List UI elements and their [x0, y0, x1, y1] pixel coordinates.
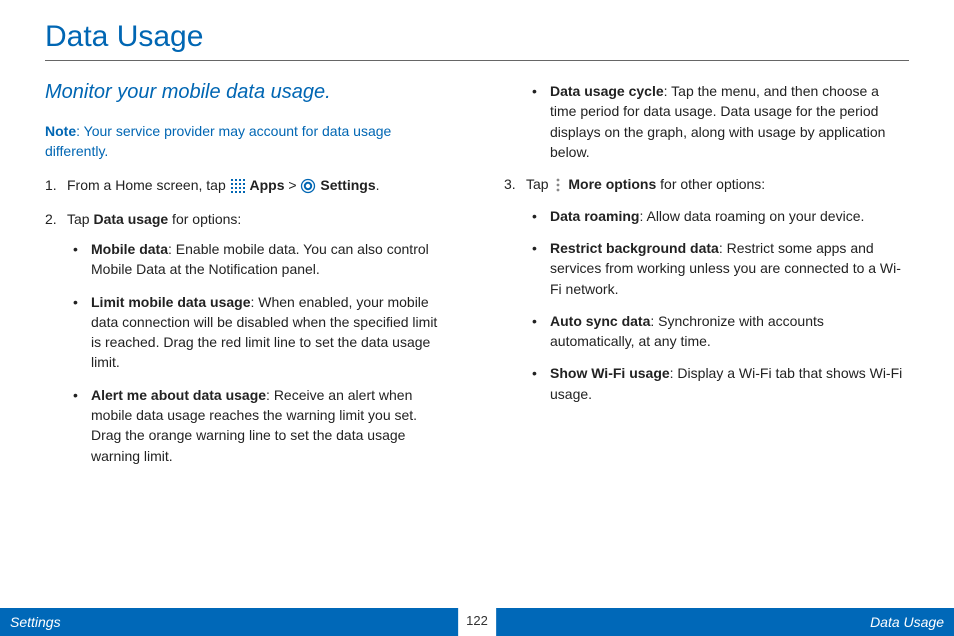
- page-footer: Settings 122 Data Usage: [0, 608, 954, 636]
- list-item: Restrict background data: Restrict some …: [526, 238, 909, 299]
- settings-label: Settings: [320, 177, 375, 193]
- step-text: Tap: [67, 211, 93, 227]
- note-text: Note: Your service provider may account …: [45, 122, 450, 161]
- bullet-text: : Allow data roaming on your device.: [639, 208, 864, 224]
- list-item: Data usage cycle: Tap the menu, and then…: [526, 81, 909, 162]
- bullet-bold: Limit mobile data usage: [91, 294, 250, 310]
- list-item: Limit mobile data usage: When enabled, y…: [67, 292, 450, 373]
- more-options-icon: [552, 175, 564, 195]
- list-item: Auto sync data: Synchronize with account…: [526, 311, 909, 352]
- page-title: Data Usage: [45, 20, 909, 61]
- step-bold: More options: [568, 176, 656, 192]
- step-3: 3. Tap More options for other options: D…: [504, 174, 909, 404]
- bullet-bold: Auto sync data: [550, 313, 650, 329]
- step-number: 3.: [504, 174, 516, 194]
- step-text: From a Home screen, tap: [67, 177, 230, 193]
- bullet-bold: Mobile data: [91, 241, 168, 257]
- list-item: Show Wi-Fi usage: Display a Wi-Fi tab th…: [526, 363, 909, 404]
- step-number: 1.: [45, 175, 57, 195]
- right-column: Data usage cycle: Tap the menu, and then…: [504, 81, 909, 478]
- left-column: Monitor your mobile data usage. Note: Yo…: [45, 81, 450, 478]
- step-post: for other options:: [656, 176, 765, 192]
- bullet-bold: Alert me about data usage: [91, 387, 266, 403]
- step-text: Tap: [526, 176, 552, 192]
- note-label: Note: [45, 123, 76, 139]
- step-number: 2.: [45, 209, 57, 229]
- apps-label: Apps: [250, 177, 285, 193]
- apps-icon: [230, 176, 246, 196]
- step-post: .: [376, 177, 380, 193]
- footer-left: Settings: [10, 614, 61, 630]
- step-2: 2. Tap Data usage for options: Mobile da…: [45, 209, 450, 466]
- list-item: Alert me about data usage: Receive an al…: [67, 385, 450, 466]
- footer-right: Data Usage: [870, 614, 944, 630]
- list-item: Data roaming: Allow data roaming on your…: [526, 206, 909, 226]
- separator: >: [288, 177, 300, 193]
- subtitle: Monitor your mobile data usage.: [45, 81, 450, 104]
- note-body: : Your service provider may account for …: [45, 123, 391, 159]
- bullet-bold: Restrict background data: [550, 240, 719, 256]
- list-item: Mobile data: Enable mobile data. You can…: [67, 239, 450, 280]
- step-1: 1. From a Home screen, tap Apps: [45, 175, 450, 196]
- page-number: 122: [458, 606, 496, 636]
- step-bold: Data usage: [93, 211, 168, 227]
- bullet-bold: Show Wi-Fi usage: [550, 365, 670, 381]
- step-post: for options:: [168, 211, 241, 227]
- bullet-bold: Data usage cycle: [550, 83, 664, 99]
- bullet-bold: Data roaming: [550, 208, 639, 224]
- settings-icon: [300, 176, 316, 196]
